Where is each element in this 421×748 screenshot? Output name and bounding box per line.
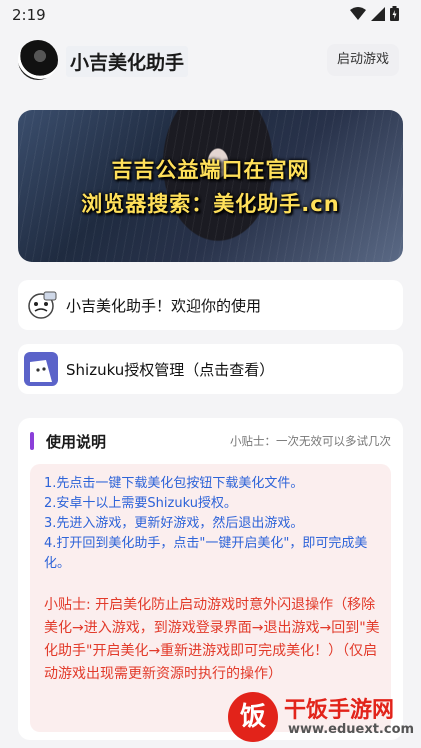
step-item: 1.先点击一键下载美化包按钮下载美化文件。	[44, 476, 304, 491]
steps-list: 1.先点击一键下载美化包按钮下载美化文件。 2.安卓十以上需要Shizuku授权…	[44, 474, 384, 574]
site-watermark: 饭 干饭手游网 www.eduext.com	[228, 690, 421, 748]
shizuku-card[interactable]: Shizuku授权管理（点击查看）	[18, 344, 403, 394]
promo-banner[interactable]: 吉吉公益端口在官网 浏览器搜索：美化助手.cn	[18, 110, 403, 262]
banner-line-1: 吉吉公益端口在官网	[111, 158, 310, 182]
banner-line-2: 浏览器搜索：美化助手.cn	[81, 192, 340, 216]
welcome-card-label: 小吉美化助手！欢迎你的使用	[66, 297, 262, 315]
watermark-logo: 饭	[228, 692, 278, 742]
step-item: 3.先进入游戏，更新好游戏，然后退出游戏。	[44, 516, 304, 531]
status-icons	[350, 6, 399, 21]
wifi-icon	[350, 6, 366, 20]
app-title: 小吉美化助手	[66, 46, 189, 77]
watermark-name: 干饭手游网	[284, 698, 395, 723]
warning-text: 小贴士: 开启美化防止启动游戏时意外闪退操作（移除美化→进入游戏，到游戏登录界面…	[44, 597, 380, 682]
sticker-icon	[24, 288, 58, 322]
launch-game-button[interactable]: 启动游戏	[326, 44, 399, 76]
shizuku-icon	[24, 352, 58, 386]
instructions-tip: 小贴士：一次无效可以多试几次	[230, 434, 391, 448]
signal-icon	[371, 6, 385, 21]
welcome-card[interactable]: 小吉美化助手！欢迎你的使用	[18, 280, 403, 330]
app-avatar[interactable]	[18, 40, 58, 80]
step-item: 2.安卓十以上需要Shizuku授权。	[44, 496, 237, 511]
status-bar: 2:19	[0, 0, 421, 28]
panel-accent-bar	[30, 432, 34, 450]
app-header: 小吉美化助手 启动游戏	[0, 28, 421, 94]
shizuku-card-label: Shizuku授权管理（点击查看）	[66, 361, 275, 379]
status-time: 2:19	[12, 6, 46, 24]
watermark-url: www.eduext.com	[288, 722, 415, 737]
battery-icon	[390, 6, 399, 21]
instructions-title: 使用说明	[46, 433, 107, 451]
step-item: 4.打开回到美化助手，点击"一键开启美化"，即可完成美化。	[44, 536, 368, 571]
